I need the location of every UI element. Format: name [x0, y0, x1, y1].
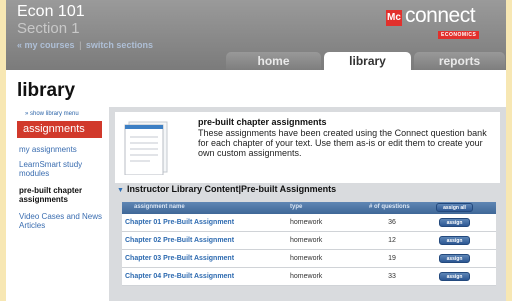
page-title: library — [17, 80, 76, 101]
main-content: pre-built chapter assignments These assi… — [109, 107, 506, 301]
section-title: Section 1 — [17, 20, 80, 37]
table-row: Chapter 01 Pre-Built Assignment homework… — [122, 214, 496, 232]
section-header[interactable]: ▼ Instructor Library Content|Pre-built As… — [117, 184, 336, 194]
section-title: Instructor Library Content|Pre-built Ass… — [126, 184, 337, 194]
assignment-type: homework — [290, 255, 323, 262]
logo-subtitle: ECONOMICS — [438, 31, 480, 39]
page: Econ 101 Section 1 « my courses | switch… — [6, 0, 506, 301]
question-count: 12 — [388, 237, 396, 244]
assignment-name-link[interactable]: Chapter 01 Pre-Built Assignment — [125, 219, 234, 226]
sidebar-item-assignments[interactable]: assignments — [17, 121, 102, 138]
sidebar-item-video-cases[interactable]: Video Cases and News Articles — [17, 209, 102, 233]
assign-all-button[interactable]: assign all — [436, 203, 473, 212]
assignment-type: homework — [290, 219, 323, 226]
table-row: Chapter 03 Pre-Built Assignment homework… — [122, 250, 496, 268]
logo-text: connect — [405, 4, 476, 27]
assignment-type: homework — [290, 273, 323, 280]
mcgraw-hill-logo-icon: Mc — [386, 10, 402, 26]
assign-button[interactable]: assign — [439, 254, 470, 263]
library-sidebar: » show library menu assignments my assig… — [17, 108, 102, 233]
sidebar-item-my-assignments[interactable]: my assignments — [17, 142, 102, 157]
course-title: Econ 101 — [17, 3, 85, 20]
table-row: Chapter 04 Pre-Built Assignment homework… — [122, 268, 496, 286]
question-count: 36 — [388, 219, 396, 226]
question-count: 33 — [388, 273, 396, 280]
tab-reports[interactable]: reports — [414, 52, 505, 70]
assign-button[interactable]: assign — [439, 272, 470, 281]
assignment-type: homework — [290, 237, 323, 244]
info-panel: pre-built chapter assignments These assi… — [115, 112, 500, 183]
assignment-name-link[interactable]: Chapter 03 Pre-Built Assignment — [125, 255, 234, 262]
assignment-name-link[interactable]: Chapter 04 Pre-Built Assignment — [125, 273, 234, 280]
sidebar-item-learnsmart[interactable]: LearnSmart study modules — [17, 157, 102, 181]
table-header: assignment name type # of questions assi… — [122, 202, 496, 214]
tab-library[interactable]: library — [324, 52, 411, 70]
column-header-count: # of questions — [369, 204, 410, 210]
course-nav-links: « my courses | switch sections — [17, 40, 153, 50]
my-courses-link[interactable]: « my courses — [17, 40, 75, 50]
assign-button[interactable]: assign — [439, 218, 470, 227]
question-count: 19 — [388, 255, 396, 262]
info-title: pre-built chapter assignments — [198, 117, 327, 127]
column-header-type: type — [290, 204, 303, 210]
document-icon — [124, 121, 168, 175]
link-separator: | — [79, 40, 82, 50]
assign-button[interactable]: assign — [439, 236, 470, 245]
top-header: Econ 101 Section 1 « my courses | switch… — [6, 0, 506, 70]
table-row: Chapter 02 Pre-Built Assignment homework… — [122, 232, 496, 250]
info-description: These assignments have been created usin… — [198, 128, 487, 158]
show-library-menu-link[interactable]: » show library menu — [17, 108, 102, 121]
sidebar-item-pre-built[interactable]: pre-built chapter assignments — [17, 183, 102, 207]
assignments-table: assignment name type # of questions assi… — [122, 202, 496, 286]
switch-sections-link[interactable]: switch sections — [86, 40, 153, 50]
tab-home[interactable]: home — [226, 52, 321, 70]
assignment-name-link[interactable]: Chapter 02 Pre-Built Assignment — [125, 237, 234, 244]
connect-logo: Mc connect ECONOMICS — [386, 4, 490, 40]
collapse-triangle-icon[interactable]: ▼ — [117, 187, 124, 194]
column-header-name: assignment name — [134, 204, 185, 210]
